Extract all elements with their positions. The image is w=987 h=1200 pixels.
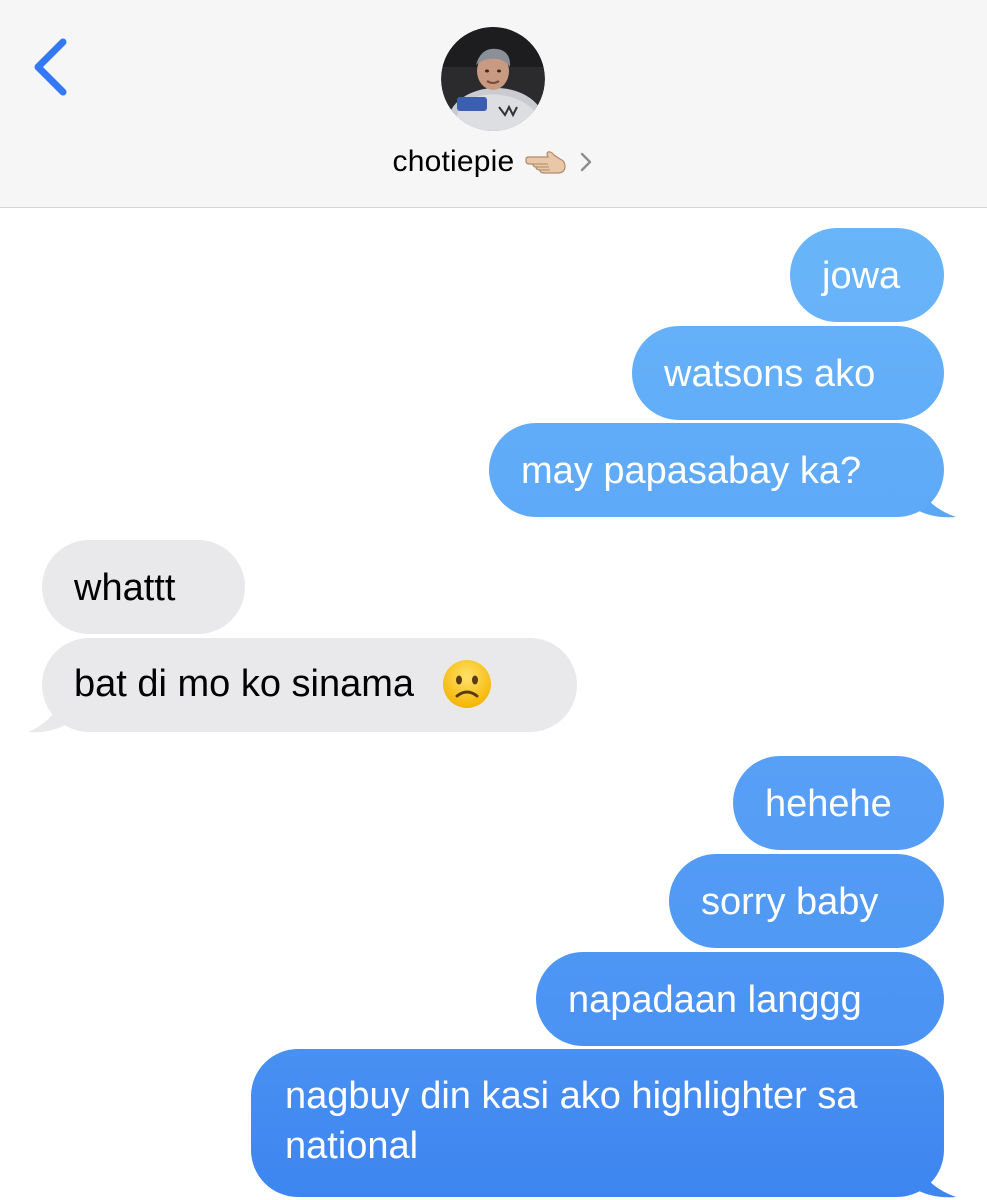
avatar[interactable] <box>441 27 545 131</box>
contact-name: chotiepie <box>392 145 515 178</box>
sent-message-bubble[interactable]: may papasabay ka? <box>489 423 944 517</box>
sent-message-bubble[interactable]: watsons ako <box>632 326 944 420</box>
chevron-right-icon <box>581 152 592 172</box>
chevron-left-icon <box>34 38 67 96</box>
sent-message-bubble[interactable]: napadaan langgg <box>536 952 944 1046</box>
sent-message-bubble[interactable]: jowa <box>790 228 944 322</box>
message-text: nagbuy din kasi ako highlighter sa natio… <box>285 1075 858 1167</box>
message-text: bat di mo ko sinama <box>74 663 415 705</box>
message-thread: jowa watsons ako may papasabay ka? whatt… <box>0 207 987 1200</box>
message-text: watsons ako <box>664 352 876 395</box>
message-text: napadaan langgg <box>568 978 862 1021</box>
sent-message-bubble[interactable]: sorry baby <box>669 854 944 948</box>
contact-name-row[interactable]: chotiepie <box>0 138 987 186</box>
sent-message-bubble[interactable]: hehehe <box>733 756 944 850</box>
received-message-bubble[interactable]: whattt <box>42 540 245 634</box>
contact-avatar-photo <box>441 27 545 131</box>
received-message-bubble[interactable]: bat di mo ko sinama <box>42 638 577 732</box>
conversation-header: chotiepie <box>0 0 987 208</box>
slightly-frowning-face-icon <box>442 660 491 708</box>
message-text: jowa <box>822 254 901 297</box>
message-text: may papasabay ka? <box>521 449 862 492</box>
message-text: hehehe <box>765 782 892 825</box>
sent-message-bubble[interactable]: nagbuy din kasi ako highlighter sa natio… <box>251 1049 944 1197</box>
back-button[interactable] <box>26 30 86 100</box>
pointing-hand-icon <box>525 151 567 174</box>
message-text: sorry baby <box>701 880 879 923</box>
message-text: whattt <box>74 566 176 609</box>
